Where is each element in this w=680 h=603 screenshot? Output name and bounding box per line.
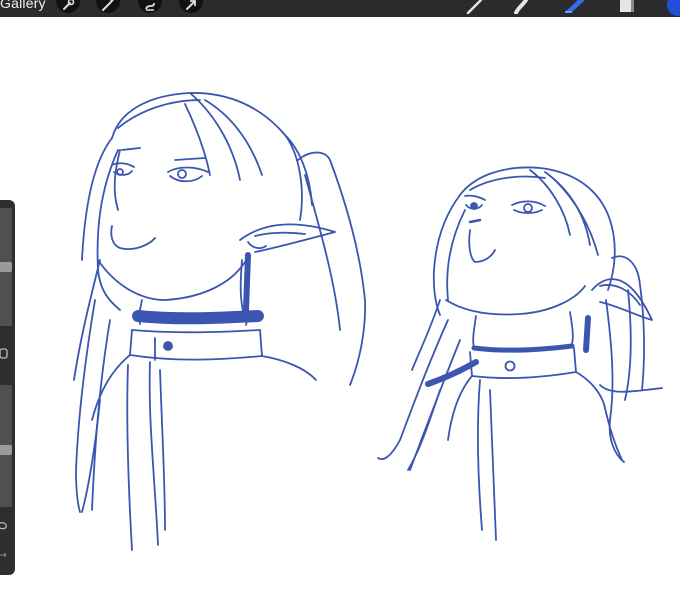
left-sidebar: [0, 200, 15, 575]
brush-size-slider[interactable]: [0, 208, 12, 326]
sketch-artwork: [73, 92, 663, 551]
transform-arrow-icon[interactable]: [179, 0, 203, 13]
gallery-button[interactable]: Gallery: [0, 0, 46, 11]
modify-button[interactable]: [0, 347, 10, 359]
opacity-thumb[interactable]: [0, 445, 12, 455]
undo-button[interactable]: [0, 518, 10, 530]
top-toolbar: Gallery: [0, 0, 680, 17]
magic-wand-icon[interactable]: [96, 0, 120, 13]
opacity-slider[interactable]: [0, 385, 12, 507]
wrench-icon[interactable]: [56, 0, 80, 13]
redo-button[interactable]: [0, 548, 10, 560]
brush-size-thumb[interactable]: [0, 262, 12, 272]
selection-icon[interactable]: [138, 0, 162, 13]
drawing-canvas[interactable]: [0, 17, 680, 598]
